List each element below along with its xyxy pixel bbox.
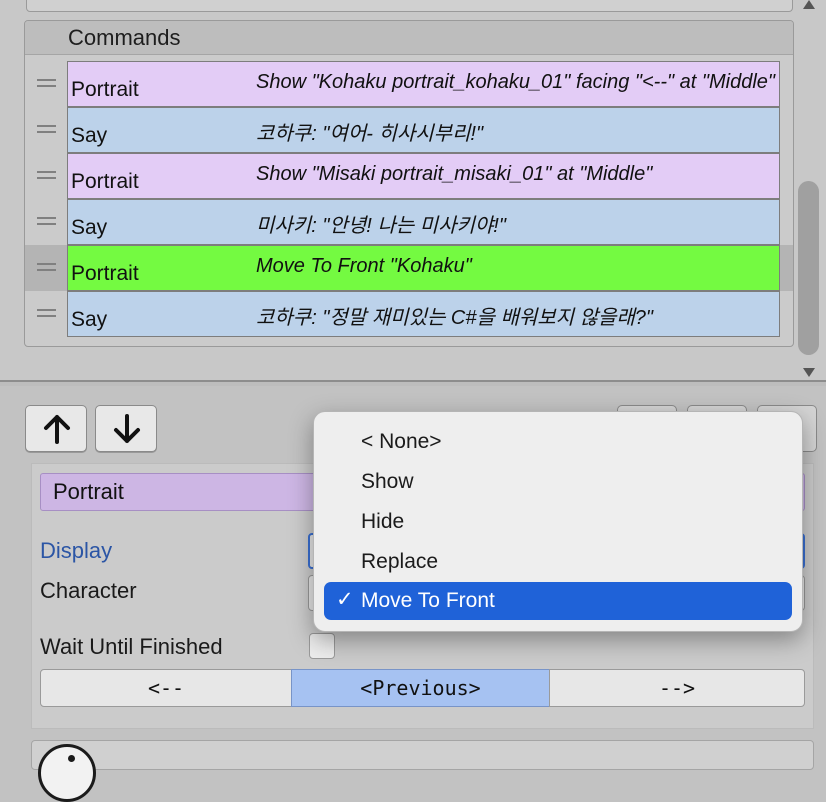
facing-left-button[interactable]: <-- bbox=[40, 669, 292, 707]
command-name: Say bbox=[71, 124, 108, 147]
option-label: Replace bbox=[361, 550, 439, 573]
commands-list: Commands Portrait Show "Kohaku portrait_… bbox=[24, 20, 794, 347]
drag-handle-icon[interactable] bbox=[37, 171, 56, 179]
command-cell[interactable]: Portrait Move To Front "Kohaku" bbox=[67, 245, 780, 291]
command-row[interactable]: Say 미사키: "안녕! 나는 미사키야!" bbox=[25, 199, 793, 245]
command-summary: 코하쿠: "여어- 히사시부리!" bbox=[256, 123, 484, 145]
command-cell[interactable]: Say 코하쿠: "여어- 히사시부리!" bbox=[67, 107, 780, 153]
dropdown-option-show[interactable]: Show bbox=[324, 463, 792, 501]
info-dot bbox=[68, 755, 75, 762]
drag-handle-icon[interactable] bbox=[37, 263, 56, 271]
command-title: Portrait bbox=[53, 479, 124, 504]
command-name: Say bbox=[71, 216, 108, 239]
scroll-down-arrow-icon[interactable] bbox=[803, 368, 815, 377]
command-name: Portrait bbox=[71, 262, 139, 285]
scrollbar-thumb[interactable] bbox=[798, 181, 819, 355]
wait-until-finished-checkbox[interactable] bbox=[309, 633, 335, 659]
command-row[interactable]: Say 코하쿠: "정말 재미있는 C#을 배워보지 않을래?" bbox=[25, 291, 793, 337]
character-label: Character bbox=[40, 578, 137, 603]
commands-scroll-view: Commands Portrait Show "Kohaku portrait_… bbox=[0, 0, 826, 383]
facing-previous-button[interactable]: <Previous> bbox=[291, 669, 550, 707]
command-cell[interactable]: Portrait Show "Misaki portrait_misaki_01… bbox=[67, 153, 780, 199]
command-name: Portrait bbox=[71, 170, 139, 193]
command-name: Portrait bbox=[71, 78, 139, 101]
facing-button-group: <-- <Previous> --> bbox=[40, 669, 805, 707]
move-up-button[interactable] bbox=[25, 405, 87, 452]
command-summary: Show "Misaki portrait_misaki_01" at "Mid… bbox=[256, 163, 653, 185]
drag-handle-icon[interactable] bbox=[37, 79, 56, 87]
wait-until-finished-label: Wait Until Finished bbox=[40, 634, 223, 659]
info-icon bbox=[38, 744, 96, 802]
command-name: Say bbox=[71, 308, 108, 331]
checkmark-icon: ✓ bbox=[336, 588, 354, 611]
command-row[interactable]: Portrait Show "Kohaku portrait_kohaku_01… bbox=[25, 61, 793, 107]
command-row[interactable]: Say 코하쿠: "여어- 히사시부리!" bbox=[25, 107, 793, 153]
arrow-up-icon bbox=[44, 415, 70, 444]
command-cell[interactable]: Say 코하쿠: "정말 재미있는 C#을 배워보지 않을래?" bbox=[67, 291, 780, 337]
display-label: Display bbox=[40, 538, 113, 563]
dropdown-option-none[interactable]: < None> bbox=[324, 423, 792, 461]
option-label: < None> bbox=[361, 430, 442, 453]
command-cell[interactable]: Say 미사키: "안녕! 나는 미사키야!" bbox=[67, 199, 780, 245]
dropdown-option-replace[interactable]: Replace bbox=[324, 543, 792, 581]
option-label: Move To Front bbox=[361, 589, 495, 612]
command-row[interactable]: Portrait Show "Misaki portrait_misaki_01… bbox=[25, 153, 793, 199]
option-label: Hide bbox=[361, 510, 405, 533]
command-cell[interactable]: Portrait Show "Kohaku portrait_kohaku_01… bbox=[67, 61, 780, 107]
move-down-button[interactable] bbox=[95, 405, 157, 452]
command-summary: Move To Front "Kohaku" bbox=[256, 255, 472, 277]
drag-handle-icon[interactable] bbox=[37, 125, 56, 133]
drag-handle-icon[interactable] bbox=[37, 309, 56, 317]
dropdown-option-move-to-front[interactable]: ✓ Move To Front bbox=[324, 582, 792, 620]
commands-header: Commands bbox=[25, 21, 793, 55]
command-summary: 미사키: "안녕! 나는 미사키야!" bbox=[256, 215, 506, 237]
commands-header-label: Commands bbox=[68, 25, 181, 50]
command-summary: 코하쿠: "정말 재미있는 C#을 배워보지 않을래?" bbox=[256, 307, 654, 329]
help-box bbox=[31, 740, 814, 770]
arrow-down-icon bbox=[114, 414, 140, 443]
dropdown-option-hide[interactable]: Hide bbox=[324, 503, 792, 541]
option-label: Show bbox=[361, 470, 414, 493]
previous-panel-edge bbox=[26, 0, 793, 12]
facing-right-button[interactable]: --> bbox=[549, 669, 805, 707]
drag-handle-icon[interactable] bbox=[37, 217, 56, 225]
command-row-selected[interactable]: Portrait Move To Front "Kohaku" bbox=[25, 245, 793, 291]
command-summary: Show "Kohaku portrait_kohaku_01" facing … bbox=[256, 71, 775, 93]
scroll-up-arrow-icon[interactable] bbox=[803, 0, 815, 9]
display-dropdown-menu: < None> Show Hide Replace ✓ Move To Fron… bbox=[313, 411, 803, 632]
